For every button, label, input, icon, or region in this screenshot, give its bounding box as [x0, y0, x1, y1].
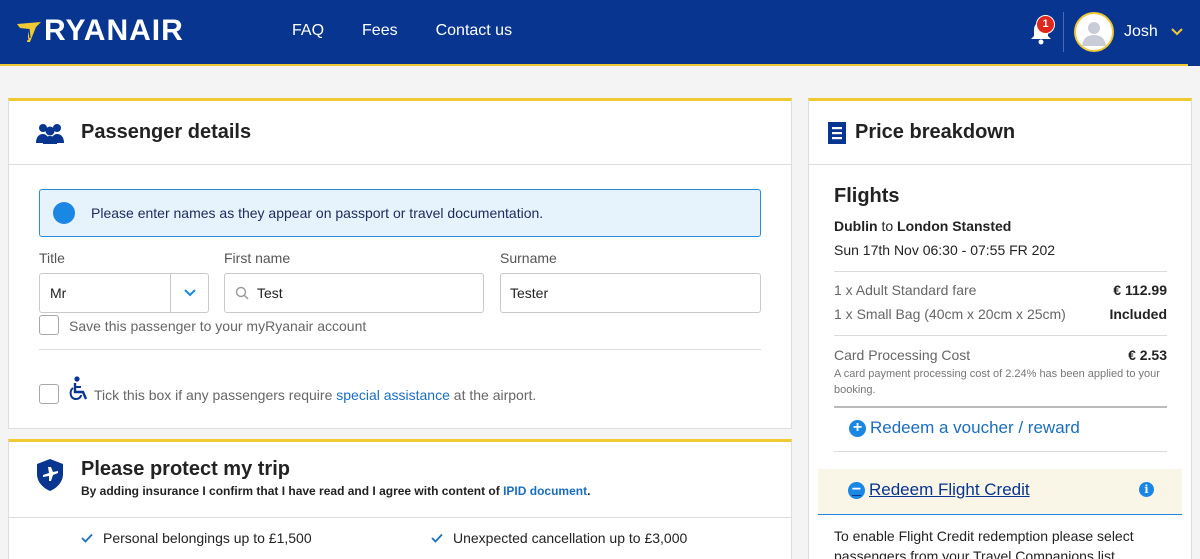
benefit-item: Personal belongings up to £1,500: [81, 530, 312, 546]
price-breakdown-card: Price breakdown Flights Dublin to London…: [808, 98, 1192, 559]
benefit-text: Personal belongings up to £1,500: [103, 530, 312, 546]
flight-time: Sun 17th Nov 06:30 - 07:55 FR 202: [834, 242, 1056, 258]
ipid-document-link[interactable]: IPID document: [503, 484, 587, 498]
surname-label: Surname: [500, 250, 557, 266]
first-name-field[interactable]: Test: [224, 273, 484, 313]
price-row: 1 x Adult Standard fare € 112.99: [834, 282, 1167, 298]
first-name-label: First name: [224, 250, 291, 266]
main-nav: FAQ Fees Contact us: [292, 22, 550, 40]
wheelchair-icon: [69, 376, 88, 401]
passenger-details-header: Passenger details: [9, 101, 791, 165]
route-destination: London Stansted: [897, 218, 1012, 234]
first-name-value: Test: [257, 285, 283, 301]
info-icon[interactable]: i: [1139, 482, 1154, 497]
header-edge: [1188, 0, 1200, 66]
route-origin: Dublin: [834, 218, 878, 234]
passengers-icon: [36, 123, 64, 144]
card-cost-label: Card Processing Cost: [834, 347, 971, 363]
card-cost-row: Card Processing Cost € 2.53: [834, 347, 1167, 363]
ryanair-logo[interactable]: RYANAIR: [16, 16, 184, 46]
divider: [834, 406, 1167, 408]
special-assistance-suffix: at the airport.: [449, 387, 537, 403]
price-breakdown-title: Price breakdown: [855, 121, 1016, 143]
plus-circle-icon: +: [849, 419, 866, 437]
info-icon: [53, 202, 75, 224]
insurance-card: Please protect my trip By adding insuran…: [8, 439, 792, 559]
flight-route: Dublin to London Stansted: [834, 218, 1011, 234]
special-assistance-prefix: Tick this box if any passengers require: [94, 387, 337, 403]
section-divider: [39, 349, 761, 350]
divider: [834, 335, 1167, 336]
redeem-flight-credit-toggle[interactable]: − Redeem Flight Credit: [848, 480, 1030, 500]
benefit-text: Unexpected cancellation up to £3,000: [453, 530, 688, 546]
title-value: Mr: [50, 285, 67, 301]
save-passenger-label: Save this passenger to your myRyanair ac…: [69, 318, 367, 334]
avatar: [1074, 12, 1114, 52]
flights-heading: Flights: [834, 185, 900, 207]
chevron-down-icon: [183, 289, 196, 297]
brand-name: RYANAIR: [44, 14, 184, 47]
flight-credit-text: To enable Flight Credit redemption pleas…: [834, 528, 1134, 559]
price-row-label: 1 x Adult Standard fare: [834, 282, 977, 298]
redeem-flight-credit-label: Redeem Flight Credit: [869, 480, 1030, 499]
price-row-value: € 112.99: [1113, 282, 1167, 298]
price-row: 1 x Small Bag (40cm x 20cm x 25cm) Inclu…: [834, 306, 1167, 322]
insurance-subtitle-prefix: By adding insurance I confirm that I hav…: [81, 484, 504, 498]
nav-faq[interactable]: FAQ: [292, 22, 324, 40]
redeem-voucher-link[interactable]: + Redeem a voucher / reward: [849, 418, 1080, 438]
check-icon: [431, 533, 443, 543]
notification-badge: 1: [1036, 15, 1055, 34]
route-join: to: [881, 218, 894, 234]
insurance-title: Please protect my trip: [81, 458, 290, 480]
info-text: Please enter names as they appear on pas…: [91, 205, 544, 221]
card-cost-note: A card payment processing cost of 2.24% …: [834, 368, 1160, 396]
title-select[interactable]: Mr: [39, 273, 209, 313]
card-cost-value: € 2.53: [1128, 347, 1167, 363]
price-breakdown-header: Price breakdown: [809, 101, 1191, 165]
special-assistance-label: Tick this box if any passengers require …: [94, 387, 536, 403]
redeem-voucher-label: Redeem a voucher / reward: [870, 418, 1080, 437]
special-assistance-checkbox[interactable]: [39, 384, 59, 404]
receipt-icon: [828, 121, 846, 144]
price-row-label: 1 x Small Bag (40cm x 20cm x 25cm): [834, 306, 1066, 322]
insurance-subtitle: By adding insurance I confirm that I hav…: [81, 484, 590, 498]
minus-circle-icon: −: [848, 481, 865, 499]
shield-plane-icon: [37, 459, 63, 491]
flight-credit-panel: − Redeem Flight Credit i: [818, 469, 1182, 515]
price-row-value: Included: [1109, 306, 1167, 322]
passenger-details-card: Passenger details Please enter names as …: [8, 98, 792, 429]
user-name: Josh: [1124, 23, 1158, 40]
header-divider: [1063, 12, 1064, 52]
insurance-subtitle-suffix: .: [587, 484, 591, 498]
nav-fees[interactable]: Fees: [362, 22, 398, 40]
divider: [834, 451, 1167, 452]
page-title: Passenger details: [81, 121, 252, 143]
special-assistance-link[interactable]: special assistance: [336, 387, 450, 403]
insurance-header: Please protect my trip By adding insuran…: [9, 442, 791, 518]
chevron-down-icon: [1171, 28, 1183, 36]
info-banner: Please enter names as they appear on pas…: [39, 189, 761, 237]
nav-contact-us[interactable]: Contact us: [436, 22, 512, 40]
search-icon: [235, 286, 249, 300]
user-menu[interactable]: Josh: [1074, 12, 1184, 52]
check-icon: [81, 533, 93, 543]
top-navigation-bar: RYANAIR FAQ Fees Contact us 1 Josh: [0, 0, 1200, 66]
divider: [834, 271, 1167, 272]
harp-logo-icon: [17, 22, 41, 42]
benefit-item: Unexpected cancellation up to £3,000: [431, 530, 687, 546]
surname-value: Tester: [510, 285, 549, 301]
title-select-toggle[interactable]: [170, 274, 208, 312]
title-label: Title: [39, 250, 65, 266]
save-passenger-checkbox[interactable]: [39, 315, 59, 335]
surname-field[interactable]: Tester: [500, 273, 761, 313]
user-avatar-icon: [1082, 22, 1106, 46]
